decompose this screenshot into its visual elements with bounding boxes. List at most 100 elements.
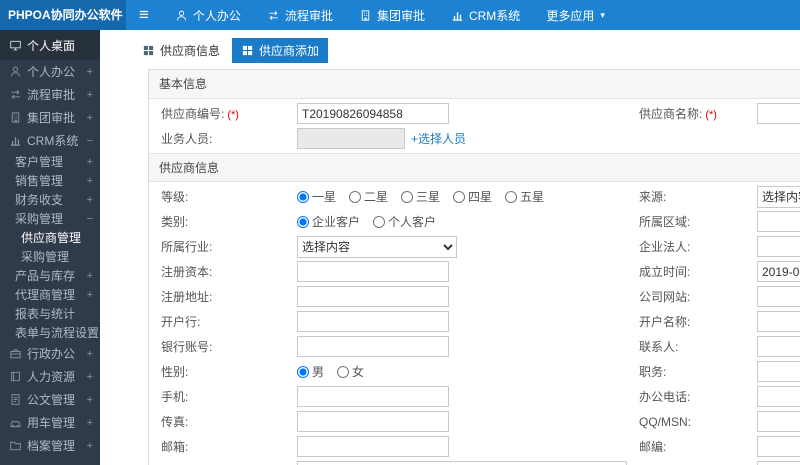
grid-icon	[142, 44, 155, 57]
reg-address-field[interactable]	[297, 286, 449, 307]
expand-toggle[interactable]: +	[85, 156, 93, 168]
expand-toggle[interactable]: +	[85, 440, 93, 452]
zip-label: 邮编:	[639, 440, 667, 454]
form-row: 等级: 一星 二星 三星 四星 五星 来源: 选择内容	[149, 184, 800, 209]
sidebar-label: 表单与流程设置	[15, 326, 100, 340]
sidebar-item-agent-mgmt[interactable]: 代理商管理 +	[0, 285, 100, 304]
sidebar-item-hr[interactable]: 人力资源 +	[0, 365, 100, 388]
tab-supplier-add[interactable]: 供应商添加	[232, 38, 329, 63]
expand-toggle[interactable]: +	[85, 394, 93, 406]
level-option-4star[interactable]: 四星	[453, 188, 492, 205]
source-select[interactable]: 选择内容	[757, 185, 800, 208]
sidebar-item-purchasing[interactable]: 采购管理	[0, 247, 100, 266]
region-field[interactable]	[757, 211, 800, 232]
bank-field[interactable]	[297, 311, 449, 332]
radio-input[interactable]	[297, 215, 309, 228]
radio-input[interactable]	[505, 190, 518, 203]
expand-toggle[interactable]: +	[85, 289, 93, 301]
website-field[interactable]	[757, 286, 800, 307]
supplier-name-field[interactable]	[757, 103, 800, 124]
category-label: 类别:	[161, 215, 189, 229]
choose-person-link[interactable]: +选择人员	[411, 130, 466, 147]
radio-input[interactable]	[349, 190, 362, 203]
reg-capital-field[interactable]	[297, 261, 449, 282]
address-field[interactable]	[297, 461, 627, 465]
sales-person-field[interactable]	[297, 128, 405, 149]
topnav-workflow-approval[interactable]: 流程审批	[254, 0, 346, 30]
level-option-2star[interactable]: 二星	[349, 188, 388, 205]
sidebar-item-reports[interactable]: 报表与统计	[0, 304, 100, 323]
fax-field[interactable]	[297, 411, 449, 432]
bank-account-field[interactable]	[297, 336, 449, 357]
expand-toggle[interactable]: +	[85, 371, 93, 383]
level-option-5star[interactable]: 五星	[505, 188, 544, 205]
radio-input[interactable]	[297, 190, 309, 203]
office-phone-field[interactable]	[757, 386, 800, 407]
topnav-group-approval[interactable]: 集团审批	[346, 0, 438, 30]
radio-input[interactable]	[297, 365, 309, 378]
expand-toggle[interactable]: +	[85, 194, 93, 206]
radio-input[interactable]	[373, 215, 386, 228]
sidebar-item-supplier-mgmt[interactable]: 供应商管理	[0, 228, 100, 247]
supplier-no-field[interactable]	[297, 103, 449, 124]
zip-field[interactable]	[757, 436, 800, 457]
topnav-personal-office[interactable]: 个人办公	[162, 0, 254, 30]
form-row: 邮箱: 邮编:	[149, 434, 800, 459]
expand-toggle[interactable]: +	[85, 348, 93, 360]
account-name-field[interactable]	[757, 311, 800, 332]
topnav-label: 个人办公	[192, 8, 241, 23]
gender-radio-group: 男 女	[297, 363, 639, 380]
radio-input[interactable]	[453, 190, 466, 203]
expand-toggle[interactable]: +	[85, 89, 93, 101]
sidebar-item-finance[interactable]: 财务收支 +	[0, 190, 100, 209]
sidebar-item-group-approval[interactable]: 集团审批 +	[0, 106, 100, 129]
mobile-field[interactable]	[297, 386, 449, 407]
position-field[interactable]	[757, 361, 800, 382]
collapse-toggle[interactable]: −	[85, 213, 93, 225]
gender-option-male[interactable]: 男	[297, 363, 324, 380]
email-field[interactable]	[297, 436, 449, 457]
office-phone-label: 办公电话:	[639, 390, 691, 404]
sidebar-item-customer-mgmt[interactable]: 客户管理 +	[0, 152, 100, 171]
tab-supplier-info[interactable]: 供应商信息	[133, 38, 229, 63]
sidebar-item-personal-office[interactable]: 个人办公 +	[0, 60, 100, 83]
topnav-more-apps[interactable]: 更多应用 ▾	[533, 0, 618, 30]
expand-toggle[interactable]: +	[85, 66, 93, 78]
sidebar-item-vehicle-mgmt[interactable]: 用车管理 +	[0, 411, 100, 434]
level-option-1star[interactable]: 一星	[297, 188, 336, 205]
category-option-company[interactable]: 企业客户	[297, 213, 360, 230]
sidebar-item-product-inventory[interactable]: 产品与库存 +	[0, 266, 100, 285]
sidebar-item-sales-mgmt[interactable]: 销售管理 +	[0, 171, 100, 190]
sidebar-item-purchase-mgmt[interactable]: 采购管理 −	[0, 209, 100, 228]
expand-toggle[interactable]: +	[85, 112, 93, 124]
hamburger-menu-icon[interactable]: ≡	[126, 0, 162, 30]
topnav-label: 更多应用	[546, 8, 595, 23]
contact-field[interactable]	[757, 336, 800, 357]
gender-option-female[interactable]: 女	[337, 363, 364, 380]
sidebar-item-document-mgmt[interactable]: 公文管理 +	[0, 388, 100, 411]
expand-toggle[interactable]: +	[85, 417, 93, 429]
level-option-3star[interactable]: 三星	[401, 188, 440, 205]
industry-select[interactable]: 选择内容	[297, 235, 457, 258]
sidebar-item-admin-office[interactable]: 行政办公 +	[0, 342, 100, 365]
level-radio-group: 一星 二星 三星 四星 五星	[297, 188, 639, 205]
expand-toggle[interactable]: +	[85, 270, 93, 282]
category-option-personal[interactable]: 个人客户	[373, 213, 436, 230]
topnav-crm-system[interactable]: CRM系统	[438, 0, 533, 30]
form-row: 注册地址: 公司网站:	[149, 284, 800, 309]
sidebar-item-crm-system[interactable]: CRM系统 −	[0, 129, 100, 152]
radio-input[interactable]	[337, 365, 350, 378]
qq-msn-field[interactable]	[757, 411, 800, 432]
book-icon	[9, 370, 22, 383]
sidebar-item-archive-mgmt[interactable]: 档案管理 +	[0, 434, 100, 457]
sidebar-item-workflow-approval[interactable]: 流程审批 +	[0, 83, 100, 106]
expand-toggle[interactable]: +	[85, 175, 93, 187]
sidebar-label: 公文管理	[27, 393, 76, 407]
legal-person-field[interactable]	[757, 236, 800, 257]
extra-field[interactable]	[757, 461, 800, 465]
sidebar-item-personal-desktop[interactable]: 个人桌面	[0, 30, 100, 60]
radio-input[interactable]	[401, 190, 414, 203]
founded-date-field[interactable]	[757, 261, 800, 282]
collapse-toggle[interactable]: −	[85, 135, 93, 147]
sidebar-item-form-flow-settings[interactable]: 表单与流程设置 +	[0, 323, 100, 342]
